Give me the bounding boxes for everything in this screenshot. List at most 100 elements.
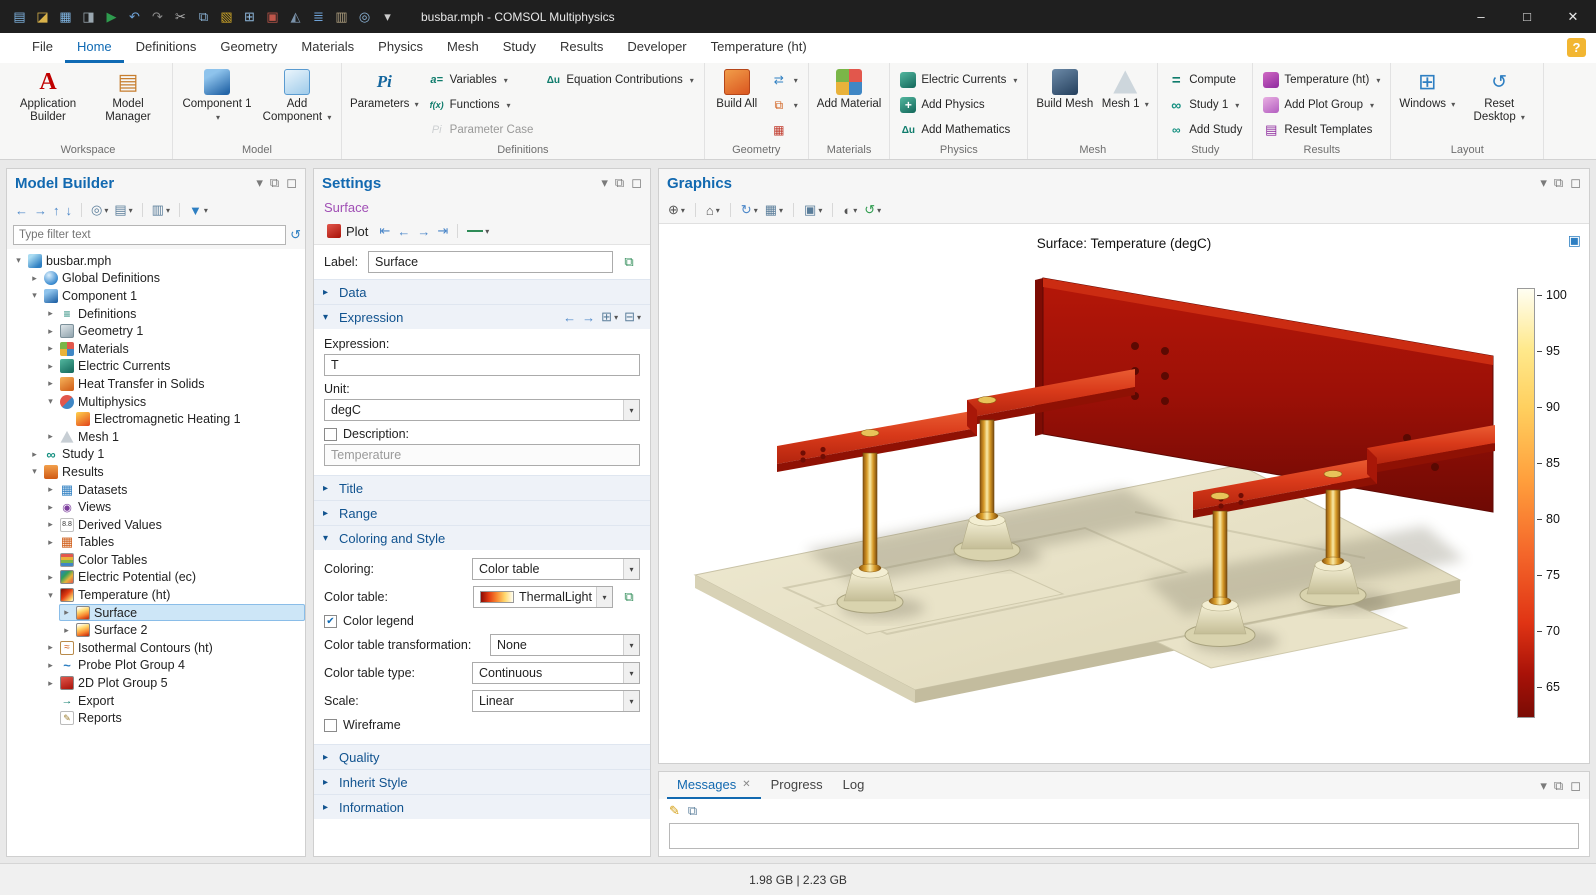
- section-information[interactable]: Information: [314, 794, 650, 819]
- section-coloring-and-style[interactable]: Coloring and Style: [314, 525, 650, 550]
- add-component-button[interactable]: Add Component ▾: [258, 65, 336, 125]
- functions-button[interactable]: Functions▾: [424, 93, 539, 117]
- show-icon[interactable]: ◎▾: [91, 202, 108, 218]
- temperature-ht-button[interactable]: Temperature (ht)▾: [1258, 68, 1385, 92]
- expand-icon[interactable]: ▸: [29, 449, 40, 460]
- expand-icon[interactable]: ▸: [45, 431, 56, 442]
- maximize-button[interactable]: □: [1504, 0, 1550, 33]
- expand-icon[interactable]: ▾: [45, 396, 56, 407]
- expand-icon[interactable]: ▾: [29, 466, 40, 477]
- tree-item-busbar-mph[interactable]: ▾busbar.mph: [7, 252, 305, 270]
- tree-item-isothermal-contours-ht[interactable]: ▸Isothermal Contours (ht): [7, 639, 305, 657]
- ribbon-tab-definitions[interactable]: Definitions: [124, 33, 209, 63]
- section-inherit-style[interactable]: Inherit Style: [314, 769, 650, 794]
- description-checkbox[interactable]: [324, 428, 337, 441]
- section-quality[interactable]: Quality: [314, 744, 650, 769]
- help-button[interactable]: ?: [1567, 38, 1586, 57]
- move-down-icon[interactable]: ↓: [66, 203, 73, 218]
- panel-menu-icon[interactable]: ▾: [1540, 778, 1547, 794]
- filter-input[interactable]: [13, 225, 286, 245]
- close-tab-icon[interactable]: ✕: [742, 779, 750, 790]
- expand-icon[interactable]: ▸: [45, 537, 56, 548]
- tab-progress[interactable]: Progress: [761, 772, 833, 799]
- tree-item-color-tables[interactable]: Color Tables: [7, 551, 305, 569]
- tree-item-mesh-1[interactable]: ▸Mesh 1: [7, 428, 305, 446]
- expand-icon[interactable]: ▾: [29, 290, 40, 301]
- customize-toolbar-icon[interactable]: ▾: [376, 5, 399, 28]
- ribbon-tab-geometry[interactable]: Geometry: [208, 33, 289, 63]
- cut-icon[interactable]: ✂: [169, 5, 192, 28]
- scale-select[interactable]: Linear ▾: [472, 690, 640, 712]
- build-mesh-button[interactable]: Build Mesh: [1033, 65, 1096, 112]
- panel-float-icon[interactable]: ⧉: [270, 175, 279, 191]
- ribbon-tab-developer[interactable]: Developer: [615, 33, 698, 63]
- scene-settings-icon[interactable]: ▦▾: [765, 202, 783, 218]
- color-table-type-select[interactable]: Continuous ▾: [472, 662, 640, 684]
- mesh-1-button[interactable]: Mesh 1 ▾: [1098, 65, 1152, 112]
- tree-item-export[interactable]: Export: [7, 692, 305, 710]
- plot-image-icon[interactable]: ▣: [1568, 232, 1581, 249]
- apply-filter-icon[interactable]: ↺: [290, 227, 301, 243]
- tree-item-electric-potential-ec[interactable]: ▸Electric Potential (ec): [7, 569, 305, 587]
- evaluate-icon[interactable]: ▥: [330, 5, 353, 28]
- redo-icon[interactable]: ↷: [146, 5, 169, 28]
- section-expression[interactable]: Expression ←→⊞▾⊟▾: [314, 304, 650, 329]
- color-legend-checkbox[interactable]: [324, 615, 337, 628]
- compute-icon[interactable]: ≣: [307, 5, 330, 28]
- coloring-select[interactable]: Color table ▾: [472, 558, 640, 580]
- tree-item-definitions[interactable]: ▸Definitions: [7, 305, 305, 323]
- panel-close-icon[interactable]: ◻: [286, 175, 297, 191]
- expand-icon[interactable]: ▸: [45, 308, 56, 319]
- expand-icon[interactable]: ▸: [45, 572, 56, 583]
- application-builder-button[interactable]: Application Builder: [9, 65, 87, 125]
- ribbon-tab-study[interactable]: Study: [491, 33, 548, 63]
- add-material-button[interactable]: Add Material: [814, 65, 885, 112]
- compute-button[interactable]: Compute: [1163, 68, 1247, 92]
- tree-item-2d-plot-group-5[interactable]: ▸2D Plot Group 5: [7, 674, 305, 692]
- expand-icon[interactable]: ▸: [45, 502, 56, 513]
- print-preview-icon[interactable]: ◨: [77, 5, 100, 28]
- reset-desktop-button[interactable]: Reset Desktop ▾: [1460, 65, 1538, 125]
- save-icon[interactable]: ▦: [54, 5, 77, 28]
- tree-item-probe-plot-group-4[interactable]: ▸Probe Plot Group 4: [7, 657, 305, 675]
- insert-expression-icon[interactable]: ⊞▾: [601, 309, 618, 325]
- tree-item-surface[interactable]: ▸Surface: [7, 604, 305, 622]
- open-file-icon[interactable]: ◪: [31, 5, 54, 28]
- tree-item-study-1[interactable]: ▸Study 1: [7, 446, 305, 464]
- prev-expression-icon[interactable]: ←: [563, 310, 576, 325]
- expand-icon[interactable]: ▸: [45, 642, 56, 653]
- graphics-canvas[interactable]: Surface: Temperature (degC) ▣: [659, 224, 1589, 763]
- expand-icon[interactable]: ▸: [45, 678, 56, 689]
- ribbon-tab-physics[interactable]: Physics: [366, 33, 435, 63]
- forward-icon[interactable]: →: [34, 203, 47, 218]
- duplicate-icon[interactable]: ⊞: [238, 5, 261, 28]
- ribbon-tab-file[interactable]: File: [20, 33, 65, 63]
- build-all-button[interactable]: Build All: [710, 65, 764, 112]
- panel-close-icon[interactable]: ◻: [1570, 175, 1581, 191]
- run-icon[interactable]: ▶: [100, 5, 123, 28]
- windows-button[interactable]: Windows ▾: [1396, 65, 1458, 112]
- add-study-button[interactable]: Add Study: [1163, 118, 1247, 142]
- parameters-button[interactable]: Parameters ▾: [347, 65, 422, 112]
- component-1-button[interactable]: Component 1 ▾: [178, 65, 256, 125]
- add-mathematics-button[interactable]: Add Mathematics: [895, 118, 1022, 142]
- default-view-icon[interactable]: ⌂▾: [706, 203, 720, 218]
- expand-icon[interactable]: ▾: [13, 255, 24, 266]
- panel-menu-icon[interactable]: ▾: [256, 175, 263, 191]
- tree-item-geometry-1[interactable]: ▸Geometry 1: [7, 322, 305, 340]
- expand-icon[interactable]: ▸: [61, 625, 72, 636]
- line-style-icon[interactable]: ▾: [467, 227, 489, 236]
- build-mesh-icon[interactable]: ◭: [284, 5, 307, 28]
- model-manager-button[interactable]: Model Manager: [89, 65, 167, 125]
- geometry-import-button[interactable]: ▾: [766, 68, 803, 92]
- geometry-livelink-button[interactable]: ▾: [766, 93, 803, 117]
- label-input[interactable]: [368, 251, 613, 273]
- section-data[interactable]: Data: [314, 279, 650, 304]
- expand-icon[interactable]: ▸: [61, 607, 72, 618]
- plot-first-icon[interactable]: ⇤: [379, 223, 390, 239]
- tab-log[interactable]: Log: [833, 772, 875, 799]
- tree-item-tables[interactable]: ▸Tables: [7, 534, 305, 552]
- section-title-plot[interactable]: Title: [314, 475, 650, 500]
- wireframe-checkbox[interactable]: [324, 719, 337, 732]
- expand-icon[interactable]: ▸: [29, 273, 40, 284]
